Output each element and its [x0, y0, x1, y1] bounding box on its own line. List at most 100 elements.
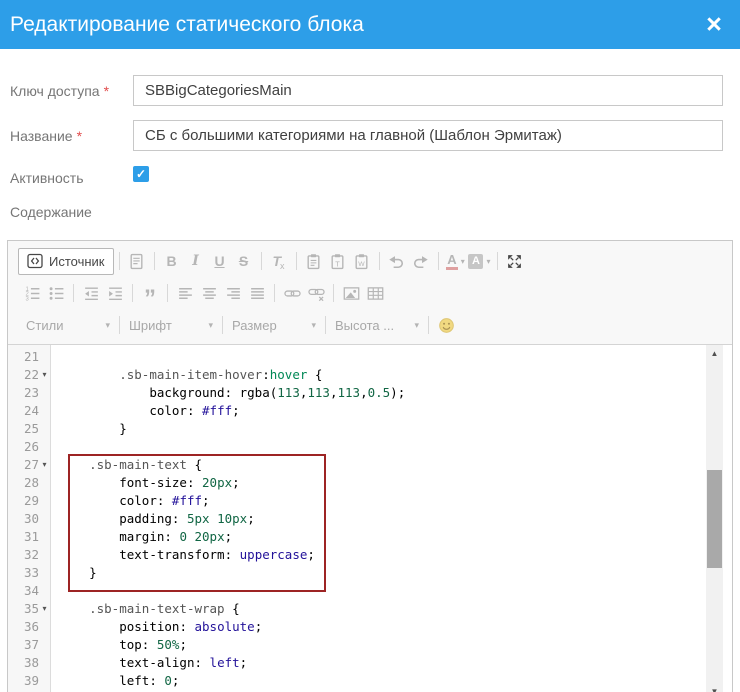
- access-key-field[interactable]: [133, 75, 723, 106]
- blockquote-icon: ”: [138, 281, 162, 305]
- align-left-icon: [173, 281, 197, 305]
- toolbar-separator: [132, 284, 133, 302]
- line-number: 26: [8, 438, 50, 456]
- fold-arrow-icon[interactable]: ▾: [39, 456, 50, 474]
- decrease-indent-icon: [79, 281, 103, 305]
- fold-spacer: [39, 564, 50, 582]
- fold-arrow-icon[interactable]: ▾: [39, 600, 50, 618]
- line-number: 38: [8, 654, 50, 672]
- code-line[interactable]: margin: 0 20px;: [59, 528, 706, 546]
- chevron-down-icon: ▾: [105, 320, 110, 331]
- code-line[interactable]: top: 50%;: [59, 636, 706, 654]
- code-line[interactable]: background: rgba(113,113,113,0.5);: [59, 384, 706, 402]
- toolbar-separator: [73, 284, 74, 302]
- code-line[interactable]: [59, 582, 706, 600]
- fold-spacer: [39, 420, 50, 438]
- code-line[interactable]: }: [59, 564, 706, 582]
- svg-text:W: W: [358, 261, 365, 268]
- toolbar-separator: [119, 316, 120, 334]
- maximize-icon[interactable]: [503, 249, 527, 273]
- line-number: 21: [8, 348, 50, 366]
- toolbar-separator: [438, 252, 439, 270]
- source-button[interactable]: Источник: [18, 248, 114, 275]
- strikethrough-icon: S: [232, 249, 256, 273]
- fold-spacer: [39, 654, 50, 672]
- scroll-up-icon[interactable]: ▲: [706, 347, 723, 361]
- templates-icon: [125, 249, 149, 273]
- line-number: 29: [8, 492, 50, 510]
- line-number: 35▾: [8, 600, 50, 618]
- toolbar-separator: [497, 252, 498, 270]
- code-lines[interactable]: .sb-main-item-hover:hover { background: …: [52, 345, 706, 692]
- line-number: 32: [8, 546, 50, 564]
- line-number: 24: [8, 402, 50, 420]
- vertical-scrollbar[interactable]: ▲ ▼: [706, 345, 723, 692]
- remove-format-icon: Tx: [267, 249, 291, 273]
- activity-label: Активность: [10, 170, 84, 186]
- fold-spacer: [39, 528, 50, 546]
- line-number: 31: [8, 528, 50, 546]
- fold-spacer: [39, 546, 50, 564]
- underline-icon: U: [208, 249, 232, 273]
- chevron-down-icon: ▾: [414, 320, 419, 331]
- italic-icon: I: [184, 249, 208, 273]
- scroll-down-icon[interactable]: ▼: [706, 685, 723, 692]
- toolbar-separator: [154, 252, 155, 270]
- code-line[interactable]: }: [59, 420, 706, 438]
- scrollbar-thumb[interactable]: [707, 470, 722, 568]
- editor-toolbar: Источник BIUSTxTWA▾A▾ 123” Стили▾ Шрифт▾…: [8, 241, 732, 345]
- close-icon[interactable]: ×: [698, 5, 730, 43]
- fold-spacer: [39, 402, 50, 420]
- size-dropdown: Размер▾: [228, 313, 320, 337]
- line-number: 30: [8, 510, 50, 528]
- code-line[interactable]: .sb-main-item-hover:hover {: [59, 366, 706, 384]
- code-line[interactable]: color: #fff;: [59, 402, 706, 420]
- fold-spacer: [39, 510, 50, 528]
- code-line[interactable]: .sb-main-text {: [59, 456, 706, 474]
- activity-checkbox[interactable]: ✓: [133, 166, 149, 182]
- code-line[interactable]: .sb-main-text-wrap {: [59, 600, 706, 618]
- chevron-down-icon: ▾: [208, 320, 213, 331]
- image-icon: [339, 281, 363, 305]
- line-number: 36: [8, 618, 50, 636]
- toolbar-separator: [119, 252, 120, 270]
- code-line[interactable]: text-transform: uppercase;: [59, 546, 706, 564]
- bulleted-list-icon: [44, 281, 68, 305]
- access-key-label: Ключ доступа*: [10, 83, 109, 99]
- code-line[interactable]: left: 0;: [59, 672, 706, 690]
- code-line[interactable]: padding: 5px 10px;: [59, 510, 706, 528]
- justify-icon: [245, 281, 269, 305]
- line-number: 25: [8, 420, 50, 438]
- toolbar-separator: [296, 252, 297, 270]
- link-icon: [280, 281, 304, 305]
- toolbar-row-2: 123”: [16, 278, 724, 308]
- code-line[interactable]: color: #fff;: [59, 492, 706, 510]
- align-right-icon: [221, 281, 245, 305]
- fold-spacer: [39, 492, 50, 510]
- table-icon: [363, 281, 387, 305]
- increase-indent-icon: [103, 281, 127, 305]
- line-number: 22▾: [8, 366, 50, 384]
- smiley-icon[interactable]: [434, 313, 458, 337]
- paste-plain-text-icon: T: [326, 249, 350, 273]
- toolbar-separator: [325, 316, 326, 334]
- source-code-area[interactable]: 2122▾2324252627▾2829303132333435▾3637383…: [8, 345, 732, 692]
- fold-spacer: [39, 474, 50, 492]
- fold-spacer: [39, 438, 50, 456]
- code-line[interactable]: font-size: 20px;: [59, 474, 706, 492]
- toolbar-row-3: Стили▾ Шрифт▾ Размер▾ Высота ...▾: [22, 310, 724, 340]
- code-line[interactable]: [59, 438, 706, 456]
- toolbar-separator: [379, 252, 380, 270]
- toolbar-separator: [167, 284, 168, 302]
- code-line[interactable]: [59, 348, 706, 366]
- fold-spacer: [39, 672, 50, 690]
- line-number-gutter: 2122▾2324252627▾2829303132333435▾3637383…: [8, 345, 51, 692]
- toolbar-separator: [274, 284, 275, 302]
- fold-arrow-icon[interactable]: ▾: [39, 366, 50, 384]
- code-line[interactable]: position: absolute;: [59, 618, 706, 636]
- fold-spacer: [39, 636, 50, 654]
- required-asterisk: *: [104, 83, 109, 99]
- code-line[interactable]: text-align: left;: [59, 654, 706, 672]
- name-label: Название*: [10, 128, 82, 144]
- name-field[interactable]: [133, 120, 723, 151]
